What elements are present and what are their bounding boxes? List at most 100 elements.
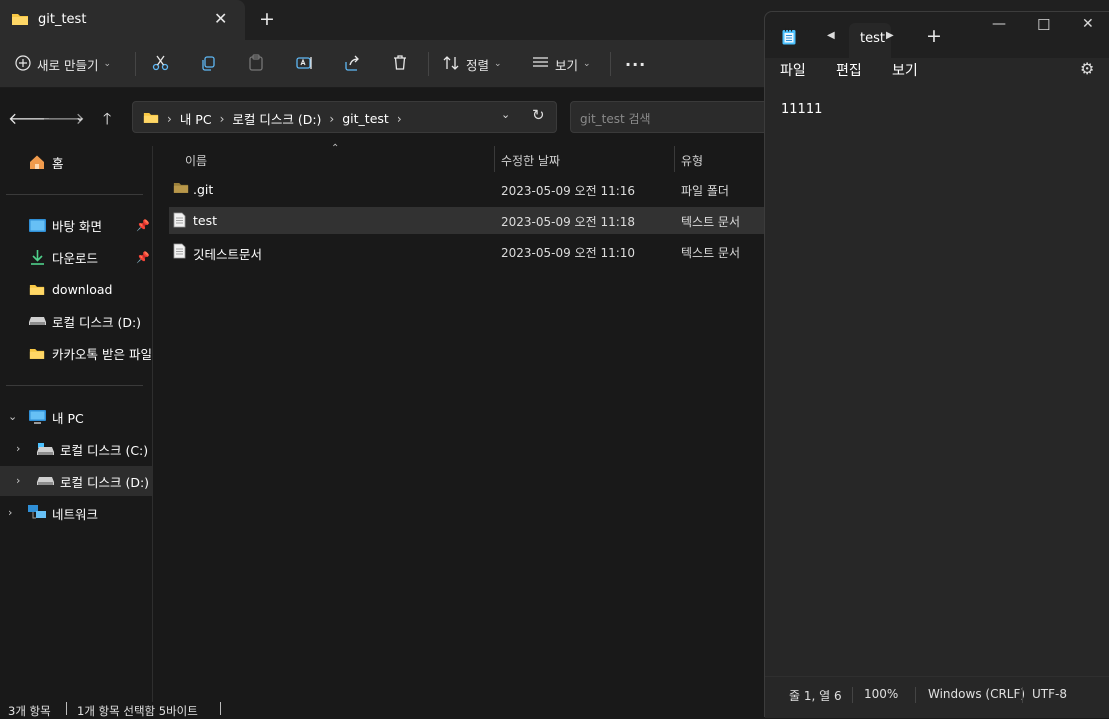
view-button[interactable]: 보기 ⌄	[532, 54, 591, 74]
refresh-icon[interactable]: ↻	[532, 106, 545, 124]
close-icon[interactable]: ✕	[1082, 16, 1094, 32]
breadcrumb-this-pc[interactable]: 내 PC	[180, 109, 212, 128]
notepad-window: ◀ test ▶ + — ☐ ✕ 파일 편집 보기 ⚙ 11111 줄 1, 열…	[764, 11, 1109, 718]
more-options-button[interactable]: ···	[625, 54, 646, 74]
divider	[6, 194, 143, 195]
menu-edit[interactable]: 편집	[836, 60, 862, 80]
up-arrow-icon[interactable]: 🡑	[103, 108, 111, 135]
new-button[interactable]: 새로 만들기 ⌄	[15, 54, 111, 74]
notepad-titlebar: ◀ test ▶ + — ☐ ✕	[765, 12, 1109, 58]
download-icon	[28, 248, 46, 266]
paste-button[interactable]	[248, 54, 264, 74]
encoding: UTF-8	[1032, 687, 1067, 701]
sort-button[interactable]: 정렬 ⌄	[443, 54, 502, 74]
column-header-date[interactable]: 수정한 날짜	[501, 152, 560, 169]
share-button[interactable]	[344, 54, 361, 74]
chevron-down-icon: ⌄	[494, 59, 502, 69]
copy-button[interactable]	[200, 54, 216, 74]
close-icon[interactable]: ✕	[214, 9, 227, 28]
computer-icon	[28, 408, 46, 426]
sidebar-item-network[interactable]: › 네트워크	[0, 498, 152, 528]
sidebar-item-this-pc[interactable]: ⌄ 내 PC	[0, 402, 152, 432]
chevron-right-icon[interactable]: ›	[16, 474, 20, 487]
minimize-icon[interactable]: —	[992, 16, 1006, 32]
chevron-right-icon[interactable]: ›	[8, 506, 12, 519]
sidebar-item-kakaotalk-folder[interactable]: 카카오톡 받은 파일	[0, 338, 152, 368]
file-date: 2023-05-09 오전 11:10	[501, 246, 636, 260]
file-name: .git	[193, 182, 214, 197]
chevron-down-icon[interactable]: ⌄	[8, 410, 17, 423]
cut-button[interactable]	[152, 54, 169, 74]
pin-icon[interactable]: 📌	[136, 251, 150, 264]
sort-label: 정렬	[466, 57, 490, 73]
address-history-chevron-icon[interactable]: ⌄	[501, 108, 510, 121]
drive-icon	[36, 472, 54, 490]
sidebar-item-label: download	[52, 281, 113, 297]
menu-file[interactable]: 파일	[780, 60, 806, 80]
sort-ascending-icon: ⌃	[331, 143, 340, 154]
breadcrumb-local-disk-d[interactable]: 로컬 디스크 (D:)	[232, 109, 321, 128]
divider	[6, 385, 143, 386]
gear-icon[interactable]: ⚙	[1080, 59, 1094, 78]
table-row[interactable]: test 2023-05-09 오전 11:18 텍스트 문서	[169, 207, 769, 234]
file-list: ⌃ 이름 수정한 날짜 유형 .git 2023-05-09 오전 11:16 …	[153, 143, 769, 702]
rename-button[interactable]	[296, 54, 314, 74]
sidebar-item-label: 홈	[52, 155, 64, 171]
delete-button[interactable]	[392, 54, 408, 74]
sidebar-item-download-folder[interactable]: download	[0, 274, 152, 304]
chevron-right-icon[interactable]: ›	[329, 112, 334, 126]
recent-locations-chevron-icon[interactable]: ⌄	[75, 110, 85, 124]
line-ending: Windows (CRLF)	[928, 687, 1026, 701]
file-date: 2023-05-09 오전 11:18	[501, 215, 636, 229]
sidebar-item-local-disk-d[interactable]: 로컬 디스크 (D:)	[0, 306, 152, 336]
tab-git-test[interactable]: git_test ✕	[0, 0, 245, 40]
breadcrumb-git-test[interactable]: git_test	[342, 111, 389, 126]
new-tab-button[interactable]: +	[259, 8, 275, 30]
chevron-right-icon[interactable]: ›	[397, 112, 402, 126]
sidebar-item-downloads[interactable]: 다운로드 📌	[0, 242, 152, 272]
chevron-down-icon: ⌄	[583, 59, 591, 69]
sidebar-item-desktop[interactable]: 바탕 화면 📌	[0, 210, 152, 240]
table-row[interactable]: .git 2023-05-09 오전 11:16 파일 폴더	[169, 176, 769, 203]
chevron-right-icon[interactable]: ›	[220, 112, 225, 126]
text-file-icon	[173, 212, 186, 231]
new-button-label: 새로 만들기	[37, 57, 99, 73]
rename-icon	[296, 55, 314, 74]
chevron-right-icon[interactable]: ›	[16, 442, 20, 455]
sidebar-item-local-disk-c[interactable]: › 로컬 디스크 (C:)	[0, 434, 152, 464]
new-tab-button[interactable]: +	[926, 25, 942, 47]
tab-test[interactable]: test	[849, 23, 891, 58]
column-header-name[interactable]: 이름	[185, 152, 207, 169]
sidebar-item-label: 카카오톡 받은 파일	[52, 346, 152, 362]
column-header-type[interactable]: 유형	[681, 152, 703, 169]
sidebar-item-home[interactable]: 홈	[0, 147, 152, 177]
file-name: test	[193, 213, 218, 228]
scroll-tabs-left-icon[interactable]: ◀	[827, 30, 835, 41]
sidebar-item-local-disk-d[interactable]: › 로컬 디스크 (D:)	[0, 466, 152, 496]
text-file-icon	[173, 243, 186, 262]
address-bar[interactable]: › 내 PC › 로컬 디스크 (D:) › git_test › ⌄ ↻	[132, 101, 557, 133]
system-drive-icon	[36, 440, 54, 458]
table-row[interactable]: 깃테스트문서 2023-05-09 오전 11:10 텍스트 문서	[169, 238, 769, 265]
notepad-text-area[interactable]: 11111	[765, 88, 1109, 676]
scroll-tabs-right-icon[interactable]: ▶	[886, 30, 894, 41]
notepad-status-bar: 줄 1, 열 6 100% Windows (CRLF) UTF-8	[765, 676, 1109, 718]
maximize-icon[interactable]: ☐	[1037, 16, 1050, 34]
trash-icon	[392, 54, 408, 74]
divider	[915, 687, 916, 703]
more-icon: ···	[625, 54, 647, 74]
sidebar-item-label: 바탕 화면	[52, 218, 102, 234]
tab-title: test	[860, 31, 885, 46]
column-divider[interactable]	[674, 146, 675, 172]
sidebar-item-label: 로컬 디스크 (D:)	[60, 474, 150, 490]
sidebar-item-label: 로컬 디스크 (D:)	[52, 314, 142, 330]
paste-icon	[248, 54, 264, 74]
chevron-down-icon: ⌄	[103, 59, 112, 69]
pin-icon[interactable]: 📌	[136, 219, 150, 232]
menu-view[interactable]: 보기	[892, 60, 918, 80]
breadcrumb: › 내 PC › 로컬 디스크 (D:) › git_test ›	[143, 109, 402, 128]
column-divider[interactable]	[494, 146, 495, 172]
network-icon	[28, 504, 46, 522]
folder-icon	[143, 111, 159, 127]
drive-icon	[28, 312, 46, 330]
